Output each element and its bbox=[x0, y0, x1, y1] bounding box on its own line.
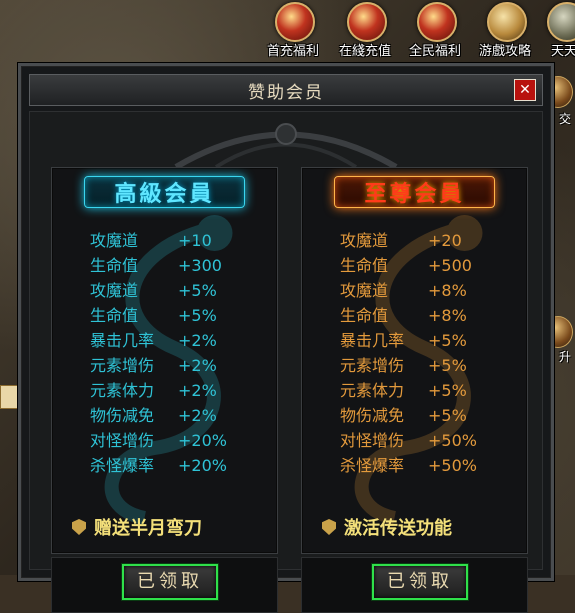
claimed-button-premium[interactable]: 已领取 bbox=[122, 564, 218, 600]
bonus-text: 激活传送功能 bbox=[344, 518, 452, 539]
button-zone: 已领取 bbox=[51, 557, 278, 613]
stat-list: 攻魔道 +20 生命值 +500 攻魔道 +8% 生命值 +8% 暴击几率 +5% 元素增… bbox=[340, 228, 520, 478]
mail-icon[interactable] bbox=[0, 385, 20, 409]
recharge-icon bbox=[347, 2, 387, 42]
gift-box-icon bbox=[275, 2, 315, 42]
stat-row: 生命值 +300 bbox=[90, 256, 222, 275]
stat-row: 暴击几率 +2% bbox=[90, 331, 217, 350]
stat-row: 攻魔道 +10 bbox=[90, 231, 212, 250]
stat-list: 攻魔道 +10 生命值 +300 攻魔道 +5% 生命值 +5% 暴击几率 +2% 元素增… bbox=[90, 228, 270, 478]
stat-row: 元素体力 +5% bbox=[340, 381, 467, 400]
stat-row: 元素体力 +2% bbox=[90, 381, 217, 400]
bonus-line: 激活传送功能 bbox=[320, 514, 452, 540]
welfare-button[interactable]: 全民福利 bbox=[404, 2, 466, 62]
badge-icon bbox=[322, 519, 336, 535]
supreme-member-card: 至尊会員 攻魔道 +20 生命值 +500 攻魔道 +8% 生命值 +8% 暴击几率 +5… bbox=[301, 167, 528, 554]
daily-button[interactable]: 天天 bbox=[534, 2, 575, 62]
dialog-body: 高級会員 攻魔道 +10 生命值 +300 攻魔道 +5% 生命值 +5% 暴击几率 +2… bbox=[29, 111, 543, 613]
dialog-titlebar: 赞助会员 ✕ bbox=[29, 74, 543, 106]
premium-member-card: 高級会員 攻魔道 +10 生命值 +300 攻魔道 +5% 生命值 +5% 暴击几率 +2… bbox=[51, 167, 278, 554]
stat-row: 杀怪爆率 +20% bbox=[90, 456, 227, 475]
stat-row: 对怪增伤 +50% bbox=[340, 431, 477, 450]
scroll-icon bbox=[487, 2, 527, 42]
online-recharge-button[interactable]: 在綫充值 bbox=[334, 2, 396, 62]
stat-row: 攻魔道 +20 bbox=[340, 231, 462, 250]
stat-row: 物伤减免 +5% bbox=[340, 406, 467, 425]
tier-banner: 高級会員 bbox=[74, 170, 255, 214]
bonus-text: 赠送半月弯刀 bbox=[94, 518, 202, 539]
stat-row: 生命值 +500 bbox=[340, 256, 472, 275]
bonus-line: 赠送半月弯刀 bbox=[70, 514, 202, 540]
badge-icon bbox=[72, 519, 86, 535]
ornament-icon bbox=[174, 123, 398, 170]
tier-title: 至尊会員 bbox=[364, 181, 465, 207]
stat-row: 攻魔道 +8% bbox=[340, 281, 467, 300]
game-guide-button[interactable]: 游戲攻略 bbox=[474, 2, 536, 62]
stat-row: 生命值 +5% bbox=[90, 306, 217, 325]
stat-row: 物伤减免 +2% bbox=[90, 406, 217, 425]
stat-row: 生命值 +8% bbox=[340, 306, 467, 325]
close-button[interactable]: ✕ bbox=[514, 79, 536, 101]
stat-row: 杀怪爆率 +50% bbox=[340, 456, 477, 475]
stat-row: 元素增伤 +5% bbox=[340, 356, 467, 375]
dialog-title: 赞助会员 bbox=[248, 82, 324, 103]
stat-row: 暴击几率 +5% bbox=[340, 331, 467, 350]
tier-banner: 至尊会員 bbox=[324, 170, 505, 214]
first-recharge-gift-button[interactable]: 首充福利 bbox=[262, 2, 324, 62]
calendar-icon bbox=[547, 2, 575, 42]
red-pouch-icon bbox=[417, 2, 457, 42]
tier-title: 高級会員 bbox=[114, 181, 215, 207]
stat-row: 攻魔道 +5% bbox=[90, 281, 217, 300]
top-feature-bar: 首充福利 在綫充值 全民福利 游戲攻略 天天 bbox=[262, 0, 575, 62]
stat-row: 元素增伤 +2% bbox=[90, 356, 217, 375]
button-zone: 已领取 bbox=[301, 557, 528, 613]
claimed-button-supreme[interactable]: 已领取 bbox=[372, 564, 468, 600]
sponsor-member-dialog: 赞助会员 ✕ 高級会員 攻魔道 +10 生命值 +300 攻魔道 +5% 生命值 +5% bbox=[18, 63, 554, 613]
stat-row: 对怪增伤 +20% bbox=[90, 431, 227, 450]
